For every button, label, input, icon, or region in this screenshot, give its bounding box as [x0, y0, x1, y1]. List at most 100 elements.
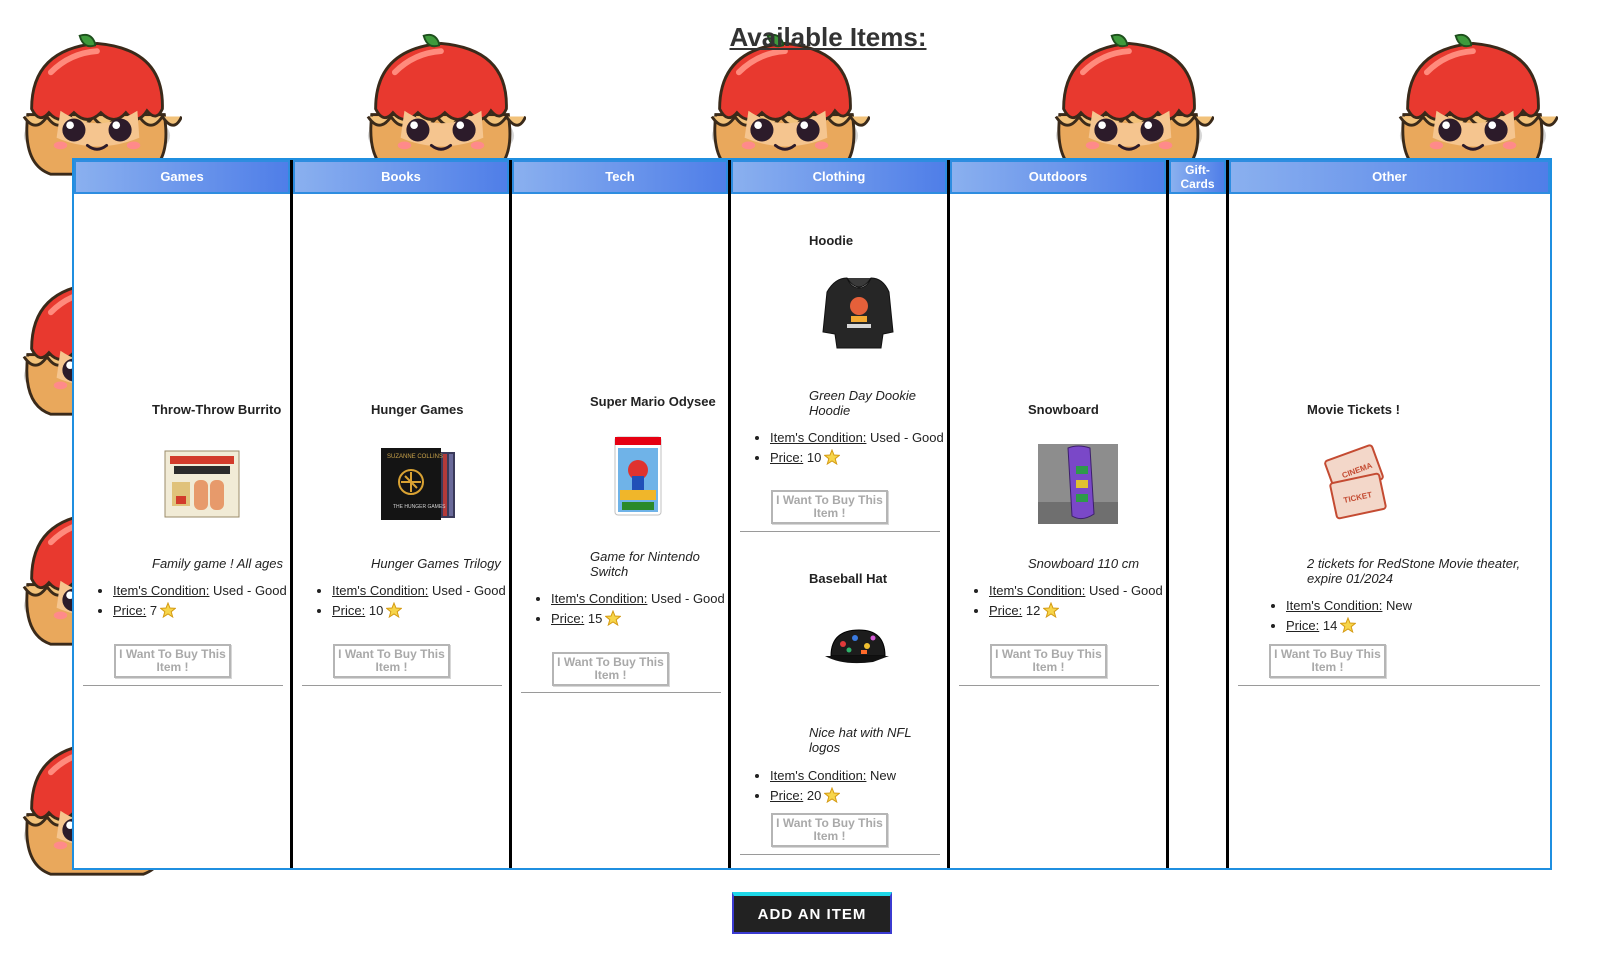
condition-row: Item's Condition: Used - Good	[989, 583, 1164, 598]
item-divider	[521, 692, 721, 693]
add-item-button[interactable]: ADD AN ITEM	[732, 892, 892, 934]
condition-value: New	[1386, 598, 1413, 613]
item-details-list: Item's Condition: Used - Good Price: 7	[96, 583, 288, 622]
star-icon	[824, 449, 841, 465]
star-icon	[824, 787, 841, 803]
item-details-list: Item's Condition: Used - Good Price: 12	[972, 583, 1164, 622]
buy-item-button[interactable]: I Want To Buy This Item !	[1269, 644, 1386, 678]
price-label: Price:	[113, 603, 147, 618]
item-divider	[302, 685, 502, 686]
item-name: Snowboard	[1028, 402, 1099, 417]
item-description: Green Day Dookie Hoodie	[809, 388, 916, 418]
item-description: Snowboard 110 cm	[1028, 556, 1140, 571]
item-divider	[1238, 685, 1540, 686]
condition-value: New	[870, 768, 897, 783]
buy-item-button[interactable]: I Want To Buy This Item !	[333, 644, 450, 678]
condition-row: Item's Condition: New	[1286, 598, 1461, 613]
purple-snowboard-image[interactable]	[1038, 444, 1118, 524]
condition-row: Item's Condition: New	[770, 768, 945, 783]
price-row: Price: 12	[989, 602, 1164, 618]
item-details-list: Item's Condition: New Price: 20	[753, 768, 945, 807]
buy-item-button[interactable]: I Want To Buy This Item !	[771, 813, 888, 847]
condition-label: Item's Condition:	[551, 591, 648, 606]
condition-label: Item's Condition:	[113, 583, 210, 598]
star-icon	[1340, 617, 1357, 633]
condition-label: Item's Condition:	[770, 430, 867, 445]
item-description: Nice hat with NFL logos	[809, 725, 912, 755]
column-header-other: Other	[1229, 160, 1550, 194]
condition-label: Item's Condition:	[1286, 598, 1383, 613]
column-books: Books Hunger Games SUZANNE COLLINS THE H…	[293, 160, 512, 868]
column-header-games: Games	[74, 160, 290, 194]
condition-label: Item's Condition:	[770, 768, 867, 783]
item-description: Hunger Games Trilogy	[371, 556, 501, 571]
star-icon	[386, 602, 403, 618]
price-label: Price:	[770, 788, 804, 803]
condition-label: Item's Condition:	[989, 583, 1086, 598]
buy-item-button[interactable]: I Want To Buy This Item !	[990, 644, 1107, 678]
column-header-tech: Tech	[512, 160, 728, 194]
column-header-outdoors: Outdoors	[950, 160, 1166, 194]
buy-item-button[interactable]: I Want To Buy This Item !	[114, 644, 231, 678]
buy-item-button[interactable]: I Want To Buy This Item !	[552, 652, 669, 686]
column-games: Games Throw-Throw Burrito Family game ! …	[74, 160, 293, 868]
condition-value: Used - Good	[1089, 583, 1163, 598]
price-label: Price:	[1286, 618, 1320, 633]
item-name: Movie Tickets !	[1307, 402, 1400, 417]
item-divider	[740, 854, 940, 855]
column-header-gift-cards: Gift-Cards	[1169, 160, 1226, 194]
item-divider	[83, 685, 283, 686]
condition-label: Item's Condition:	[332, 583, 429, 598]
hunger-games-box-set-image[interactable]: SUZANNE COLLINS THE HUNGER GAMES	[379, 444, 459, 522]
column-gift-cards: Gift-Cards	[1169, 160, 1229, 868]
price-value: 20	[806, 788, 822, 803]
column-header-clothing: Clothing	[731, 160, 947, 194]
price-row: Price: 7	[113, 602, 288, 618]
condition-value: Used - Good	[651, 591, 725, 606]
condition-row: Item's Condition: Used - Good	[332, 583, 507, 598]
item-details-list: Item's Condition: Used - Good Price: 10	[753, 430, 945, 469]
price-row: Price: 10	[770, 449, 945, 465]
condition-row: Item's Condition: Used - Good	[113, 583, 288, 598]
column-tech: Tech Super Mario Odysee Game for Nintend…	[512, 160, 731, 868]
black-hoodie-image[interactable]	[821, 272, 895, 352]
condition-value: Used - Good	[870, 430, 944, 445]
price-label: Price:	[989, 603, 1023, 618]
svg-text:SUZANNE COLLINS: SUZANNE COLLINS	[387, 454, 443, 460]
price-value: 10	[368, 603, 384, 618]
item-name: Hunger Games	[371, 402, 464, 417]
item-divider	[740, 531, 940, 532]
black-cap-image[interactable]	[823, 626, 893, 670]
cinema-tickets-image[interactable]: CINEMA TICKET	[1315, 444, 1395, 524]
item-name: Super Mario Odysee	[590, 394, 716, 409]
mario-odyssey-case-image[interactable]	[614, 436, 662, 516]
items-board: Games Throw-Throw Burrito Family game ! …	[72, 158, 1552, 870]
price-value: 15	[587, 611, 603, 626]
item-divider	[959, 685, 1159, 686]
condition-row: Item's Condition: Used - Good	[770, 430, 945, 445]
condition-value: Used - Good	[213, 583, 287, 598]
item-description: 2 tickets for RedStone Movie theater, ex…	[1307, 556, 1521, 586]
item-name: Throw-Throw Burrito	[152, 402, 282, 417]
column-clothing: Clothing Hoodie Green Day Dookie Hoodie …	[731, 160, 950, 868]
item-description: Game for Nintendo Switch	[590, 549, 700, 579]
column-other: Other Movie Tickets ! CINEMA TICKET 2 ti…	[1229, 160, 1550, 868]
column-header-books: Books	[293, 160, 509, 194]
item-details-list: Item's Condition: Used - Good Price: 15	[534, 591, 726, 630]
price-row: Price: 14	[1286, 617, 1461, 633]
burrito-game-box-image[interactable]	[164, 450, 240, 518]
price-row: Price: 10	[332, 602, 507, 618]
price-value: 7	[149, 603, 158, 618]
item-details-list: Item's Condition: New Price: 14	[1269, 598, 1461, 637]
price-value: 10	[806, 450, 822, 465]
svg-text:THE HUNGER GAMES: THE HUNGER GAMES	[393, 504, 446, 510]
star-icon	[605, 610, 622, 626]
price-value: 14	[1322, 618, 1338, 633]
item-details-list: Item's Condition: Used - Good Price: 10	[315, 583, 507, 622]
star-icon	[160, 602, 177, 618]
item-description: Family game ! All ages	[152, 556, 284, 571]
price-label: Price:	[332, 603, 366, 618]
price-label: Price:	[770, 450, 804, 465]
item-name: Baseball Hat	[809, 571, 888, 586]
buy-item-button[interactable]: I Want To Buy This Item !	[771, 490, 888, 524]
